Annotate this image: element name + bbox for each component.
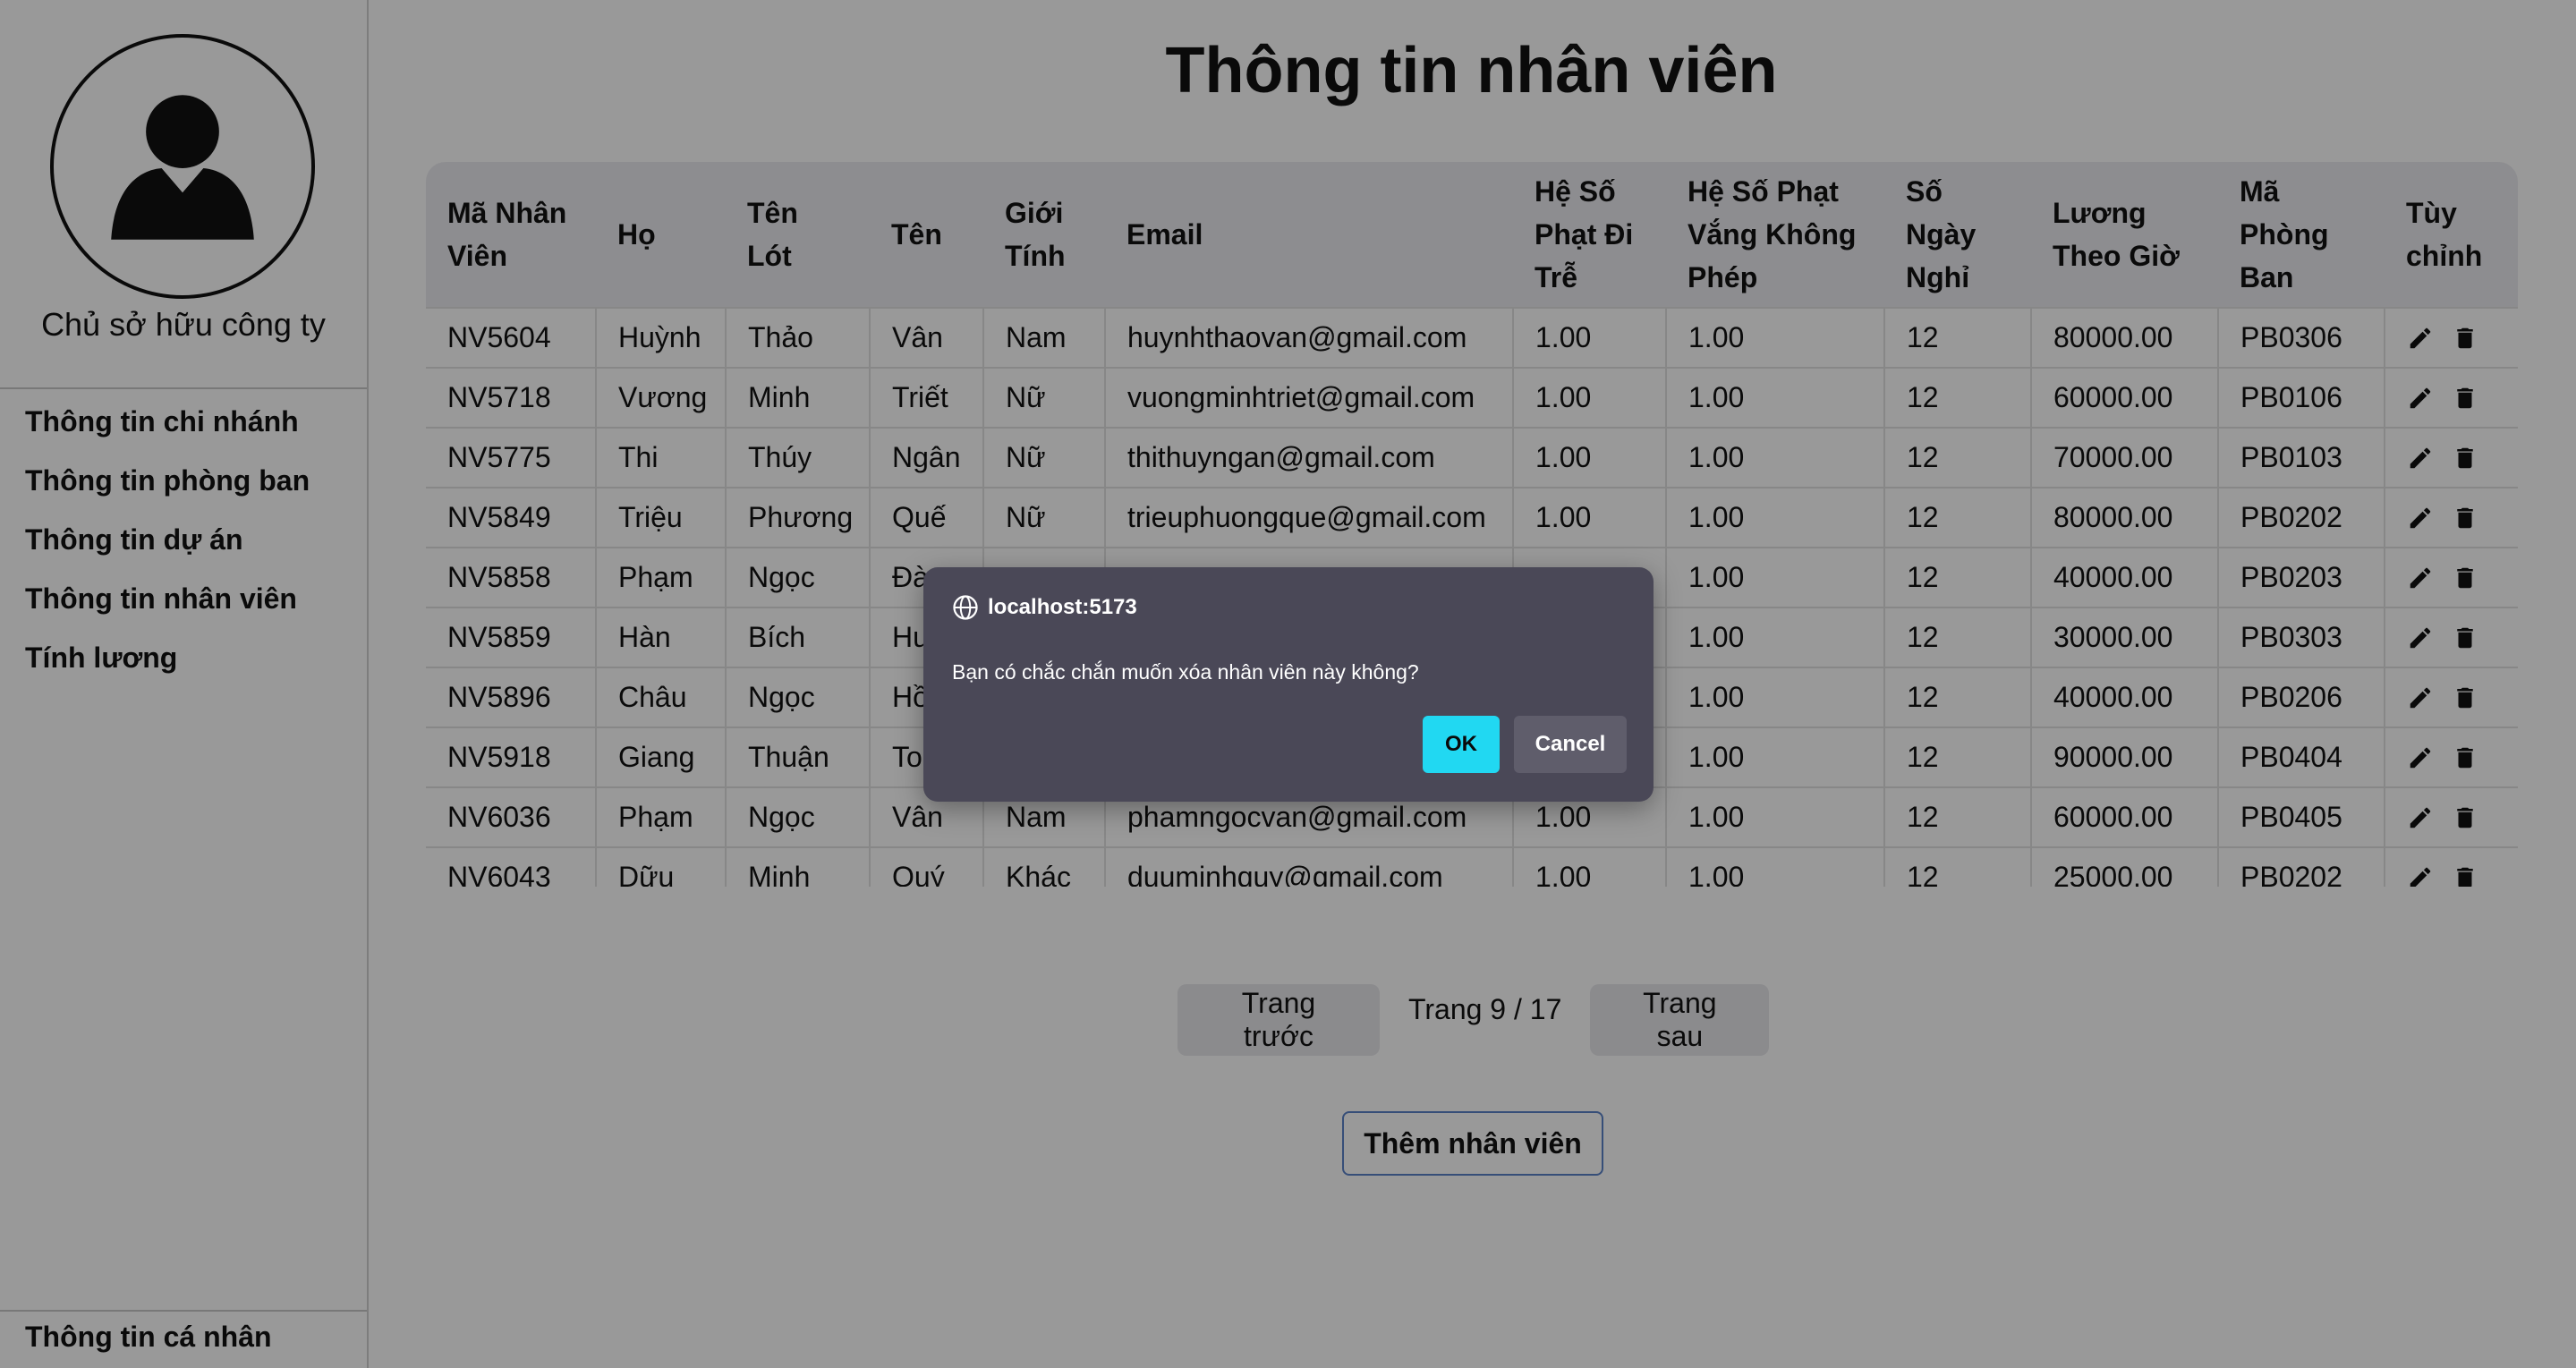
ok-button[interactable]: OK bbox=[1423, 716, 1500, 773]
dialog-origin: localhost:5173 bbox=[952, 594, 1137, 621]
cancel-button[interactable]: Cancel bbox=[1514, 716, 1627, 773]
dialog-message: Bạn có chắc chắn muốn xóa nhân viên này … bbox=[952, 660, 1419, 684]
confirm-dialog: localhost:5173 Bạn có chắc chắn muốn xóa… bbox=[923, 567, 1654, 802]
dialog-origin-text: localhost:5173 bbox=[988, 595, 1137, 619]
globe-icon bbox=[953, 595, 978, 620]
